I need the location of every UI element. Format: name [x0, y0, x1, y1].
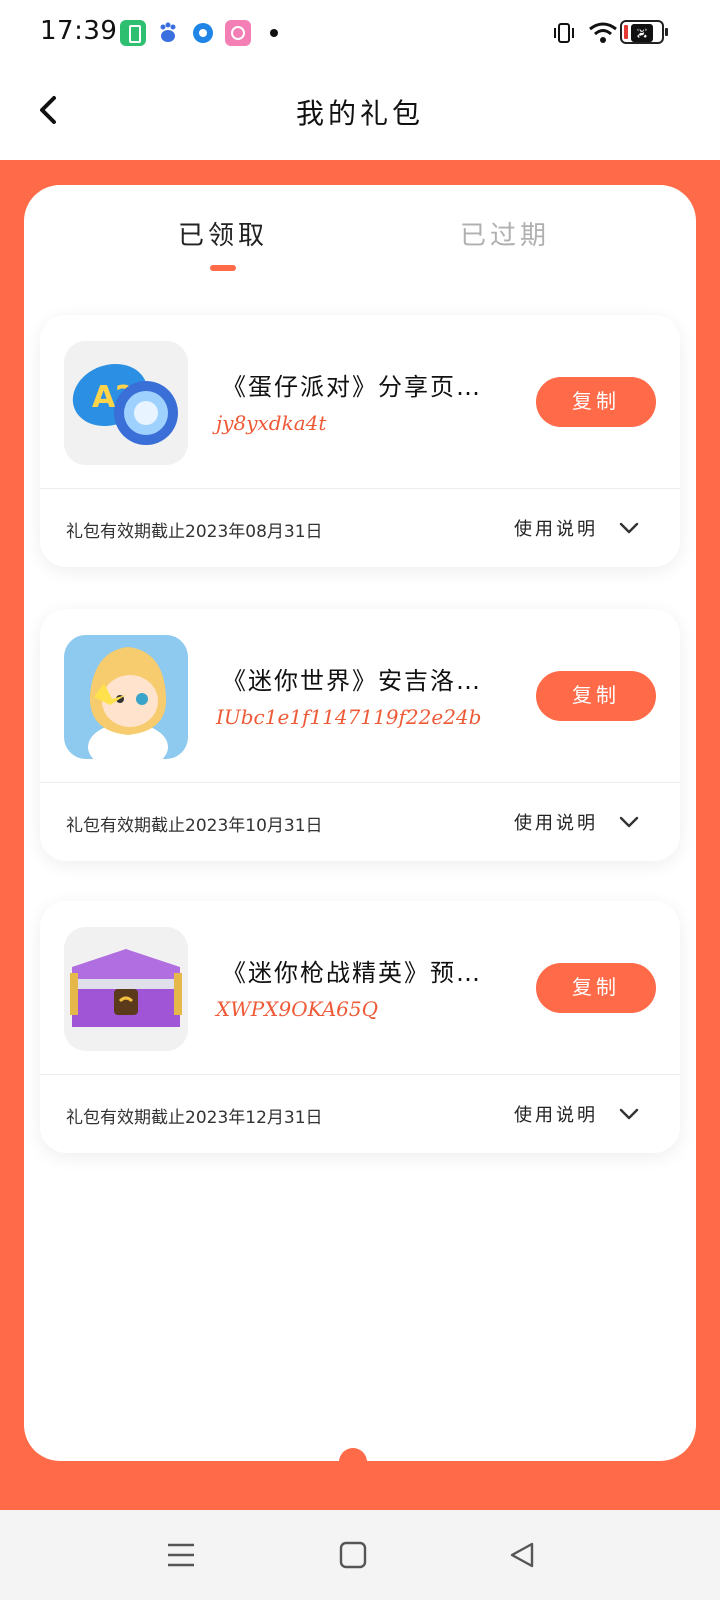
- chevron-down-icon[interactable]: [616, 1101, 642, 1127]
- status-time: 17:39: [40, 16, 118, 46]
- chevron-down-icon[interactable]: [616, 809, 642, 835]
- gift-card-header: A? 《蛋仔派对》分享页… jy8yxdka4t 复制: [40, 315, 680, 489]
- copy-button[interactable]: 复制: [536, 963, 656, 1013]
- chevron-down-icon[interactable]: [616, 515, 642, 541]
- angel-character-icon: [64, 635, 188, 759]
- camera-app-icon: [225, 20, 251, 46]
- tab-expired[interactable]: 已过期: [460, 215, 550, 252]
- app-header: 我的礼包: [0, 64, 720, 160]
- gift-card-footer: 礼包有效期截止2023年10月31日 使用说明: [40, 783, 680, 861]
- gift-code: jy8yxdka4t: [216, 411, 327, 435]
- recent-apps-menu-icon[interactable]: [162, 1536, 200, 1574]
- usage-instructions-link[interactable]: 使用说明: [514, 809, 598, 835]
- copy-button[interactable]: 复制: [536, 671, 656, 721]
- vibrate-icon: [554, 23, 574, 43]
- copy-button[interactable]: 复制: [536, 377, 656, 427]
- gift-card-header: 《迷你枪战精英》预… XWPX9OKA65Q 复制: [40, 901, 680, 1075]
- baidu-paw-icon: [155, 20, 181, 46]
- gift-card: 《迷你枪战精英》预… XWPX9OKA65Q 复制 礼包有效期截止2023年12…: [40, 901, 680, 1153]
- wifi-icon: [589, 22, 617, 43]
- usage-instructions-link[interactable]: 使用说明: [514, 515, 598, 541]
- treasure-chest-icon: [64, 927, 188, 1051]
- gift-card-footer: 礼包有效期截止2023年08月31日 使用说明: [40, 489, 680, 567]
- gift-expiry: 礼包有效期截止2023年12月31日: [66, 1108, 323, 1128]
- home-square-icon[interactable]: [334, 1536, 372, 1574]
- gift-name: 《迷你枪战精英》预…: [222, 959, 482, 987]
- gift-card: A? 《蛋仔派对》分享页… jy8yxdka4t 复制 礼包有效期截止2023年…: [40, 315, 680, 567]
- gift-list-panel: 已领取 已过期 A? 《蛋仔派对》分享页… jy8yxdka4t 复制 礼包有效…: [24, 185, 696, 1461]
- battery-saver-app-icon: [120, 20, 146, 46]
- status-bar: 17:39 9: [0, 0, 720, 64]
- gift-code: XWPX9OKA65Q: [216, 997, 379, 1021]
- gift-card: 《迷你世界》安吉洛… IUbc1e1f1147119f22e24b 复制 礼包有…: [40, 609, 680, 861]
- gift-code: IUbc1e1f1147119f22e24b: [216, 705, 482, 729]
- gift-expiry: 礼包有效期截止2023年08月31日: [66, 522, 323, 542]
- scroll-indicator: [339, 1448, 367, 1476]
- gift-expiry: 礼包有效期截止2023年10月31日: [66, 816, 323, 836]
- circle-app-icon: [190, 20, 216, 46]
- usage-instructions-link[interactable]: 使用说明: [514, 1101, 598, 1127]
- bottle-cap-icon: A?: [64, 341, 188, 465]
- system-nav-bar: [0, 1510, 720, 1600]
- page-title: 我的礼包: [295, 97, 424, 130]
- battery-level: 9: [637, 23, 647, 41]
- gift-card-header: 《迷你世界》安吉洛… IUbc1e1f1147119f22e24b 复制: [40, 609, 680, 783]
- back-triangle-icon[interactable]: [504, 1536, 542, 1574]
- tab-claimed[interactable]: 已领取: [178, 215, 268, 252]
- gift-name: 《蛋仔派对》分享页…: [222, 373, 482, 401]
- active-tab-indicator: [210, 265, 236, 271]
- gift-name: 《迷你世界》安吉洛…: [222, 667, 482, 695]
- battery-icon: 9: [620, 20, 668, 44]
- more-notifications-dot: [270, 29, 278, 37]
- gift-card-footer: 礼包有效期截止2023年12月31日 使用说明: [40, 1075, 680, 1153]
